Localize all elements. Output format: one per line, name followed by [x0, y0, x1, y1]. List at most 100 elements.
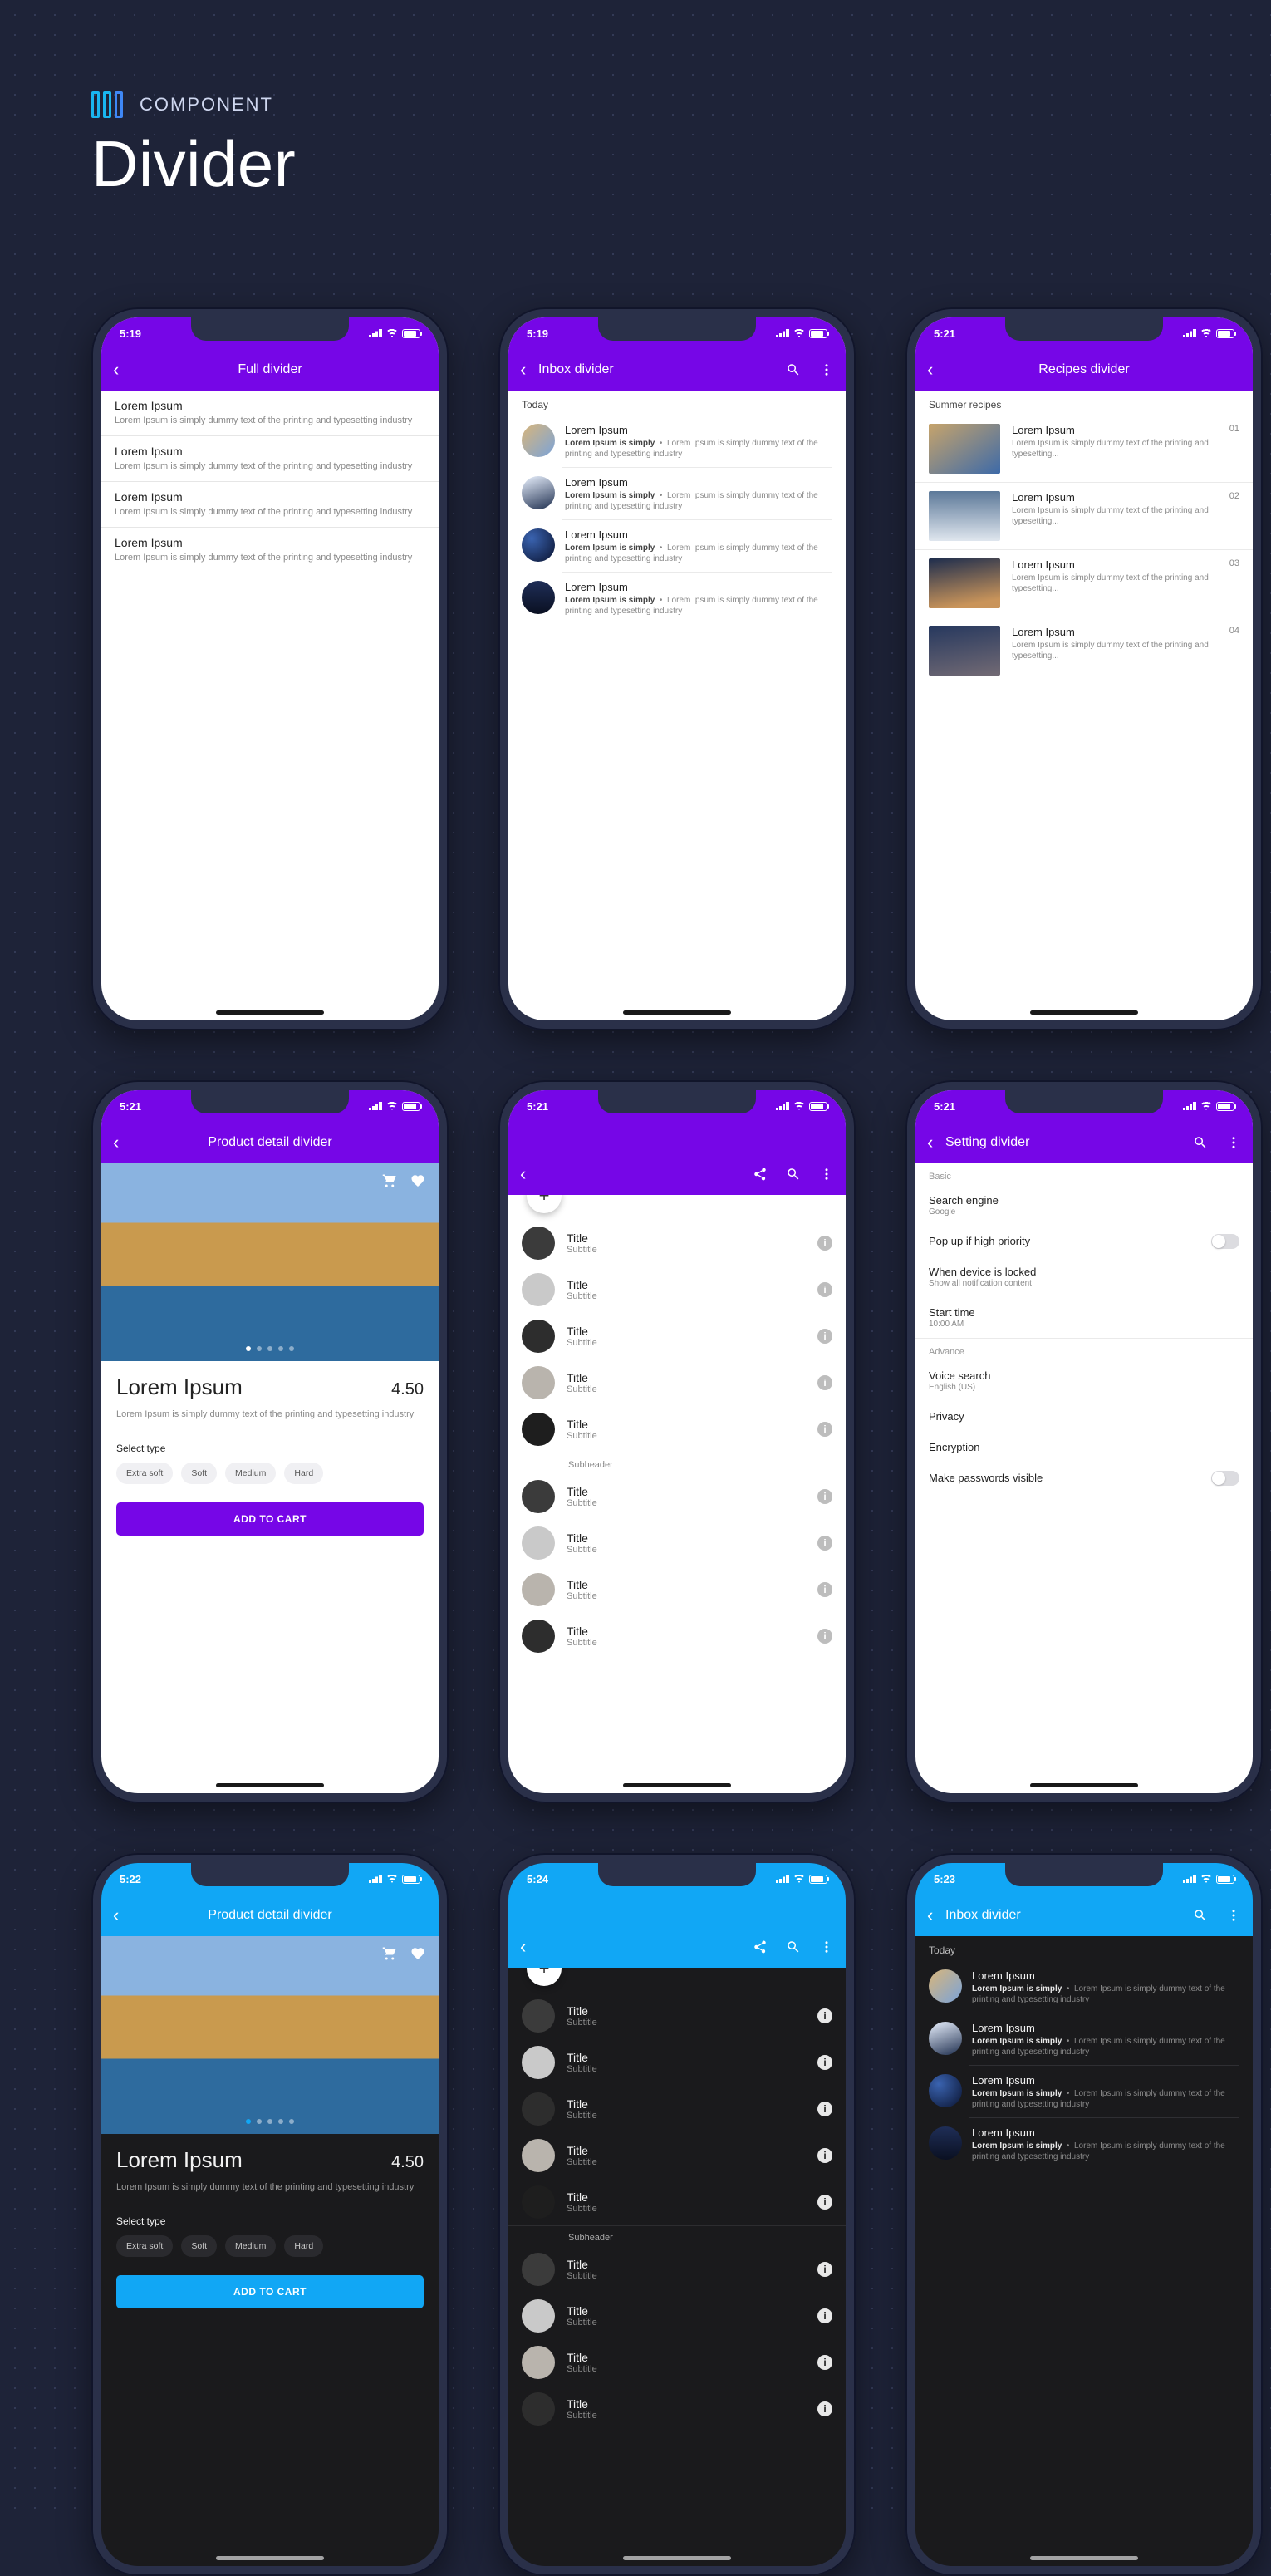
chip-extra-soft[interactable]: Extra soft — [116, 2235, 173, 2257]
inbox-row[interactable]: Lorem IpsumLorem Ipsum is simply • Lorem… — [508, 415, 846, 468]
chip-soft[interactable]: Soft — [181, 2235, 217, 2257]
more-icon[interactable] — [1226, 1135, 1241, 1150]
chip-hard[interactable]: Hard — [284, 1463, 323, 1484]
list-item[interactable]: Lorem IpsumLorem Ipsum is simply dummy t… — [101, 482, 439, 528]
back-icon[interactable]: ‹ — [520, 359, 526, 381]
info-icon[interactable]: i — [817, 2355, 832, 2370]
setting-voice-search[interactable]: Voice searchEnglish (US) — [915, 1360, 1253, 1401]
info-icon[interactable]: i — [817, 1375, 832, 1390]
search-icon[interactable] — [786, 362, 801, 377]
list-item[interactable]: Lorem IpsumLorem Ipsum is simply dummy t… — [101, 391, 439, 436]
inbox-row[interactable]: Lorem IpsumLorem Ipsum is simply • Lorem… — [508, 573, 846, 625]
back-icon[interactable]: ‹ — [927, 1905, 933, 1926]
cart-icon[interactable] — [382, 1173, 397, 1188]
heart-icon[interactable] — [410, 1946, 425, 1961]
list-item[interactable]: TitleSubtitlei — [508, 1266, 846, 1313]
list-item[interactable]: TitleSubtitlei — [508, 2179, 846, 2225]
info-icon[interactable]: i — [817, 1422, 832, 1437]
share-icon[interactable] — [753, 1167, 768, 1182]
back-icon[interactable]: ‹ — [113, 1905, 119, 1926]
info-icon[interactable]: i — [817, 1329, 832, 1344]
chip-extra-soft[interactable]: Extra soft — [116, 1463, 173, 1484]
carousel-dots[interactable] — [246, 1346, 294, 1351]
cart-icon[interactable] — [382, 1946, 397, 1961]
setting-popup[interactable]: Pop up if high priority — [915, 1226, 1253, 1256]
setting-privacy[interactable]: Privacy — [915, 1401, 1253, 1432]
inbox-row[interactable]: Lorem IpsumLorem Ipsum is simply • Lorem… — [508, 520, 846, 573]
setting-start-time[interactable]: Start time10:00 AM — [915, 1297, 1253, 1339]
chip-medium[interactable]: Medium — [225, 2235, 276, 2257]
list-item[interactable]: TitleSubtitlei — [508, 1313, 846, 1359]
info-icon[interactable]: i — [817, 2195, 832, 2210]
list-item[interactable]: TitleSubtitlei — [508, 2132, 846, 2179]
info-icon[interactable]: i — [817, 2008, 832, 2023]
info-icon[interactable]: i — [817, 2055, 832, 2070]
info-icon[interactable]: i — [817, 2308, 832, 2323]
add-to-cart-button[interactable]: ADD TO CART — [116, 1502, 424, 1536]
setting-passwords[interactable]: Make passwords visible — [915, 1463, 1253, 1493]
back-icon[interactable]: ‹ — [520, 1936, 526, 1958]
toggle[interactable] — [1211, 1234, 1239, 1249]
inbox-row[interactable]: Lorem IpsumLorem Ipsum is simply • Lorem… — [915, 2013, 1253, 2066]
more-icon[interactable] — [1226, 1908, 1241, 1923]
list-item[interactable]: TitleSubtitlei — [508, 2086, 846, 2132]
chip-medium[interactable]: Medium — [225, 1463, 276, 1484]
list-item[interactable]: Lorem IpsumLorem Ipsum is simply dummy t… — [101, 436, 439, 482]
list-item[interactable]: TitleSubtitlei — [508, 2293, 846, 2339]
more-icon[interactable] — [819, 1167, 834, 1182]
recipe-row[interactable]: Lorem IpsumLorem Ipsum is simply dummy t… — [915, 617, 1253, 684]
info-icon[interactable]: i — [817, 1582, 832, 1597]
back-icon[interactable]: ‹ — [927, 359, 933, 381]
toggle[interactable] — [1211, 1471, 1239, 1486]
chip-hard[interactable]: Hard — [284, 2235, 323, 2257]
info-icon[interactable]: i — [817, 2148, 832, 2163]
list-item[interactable]: TitleSubtitlei — [508, 1613, 846, 1659]
setting-encryption[interactable]: Encryption — [915, 1432, 1253, 1463]
info-icon[interactable]: i — [817, 1282, 832, 1297]
carousel-dots[interactable] — [246, 2119, 294, 2124]
list-item[interactable]: TitleSubtitlei — [508, 1520, 846, 1566]
list-item[interactable]: TitleSubtitlei — [508, 1220, 846, 1266]
search-icon[interactable] — [1193, 1908, 1208, 1923]
inbox-row[interactable]: Lorem IpsumLorem Ipsum is simply • Lorem… — [508, 468, 846, 520]
info-icon[interactable]: i — [817, 1489, 832, 1504]
setting-locked[interactable]: When device is lockedShow all notificati… — [915, 1256, 1253, 1297]
back-icon[interactable]: ‹ — [927, 1132, 933, 1153]
recipe-row[interactable]: Lorem IpsumLorem Ipsum is simply dummy t… — [915, 550, 1253, 617]
back-icon[interactable]: ‹ — [520, 1163, 526, 1185]
more-icon[interactable] — [819, 1939, 834, 1954]
inbox-row[interactable]: Lorem IpsumLorem Ipsum is simply • Lorem… — [915, 2066, 1253, 2118]
info-icon[interactable]: i — [817, 2102, 832, 2116]
list-item[interactable]: TitleSubtitlei — [508, 2339, 846, 2386]
info-icon[interactable]: i — [817, 2401, 832, 2416]
recipe-row[interactable]: Lorem IpsumLorem Ipsum is simply dummy t… — [915, 415, 1253, 483]
info-icon[interactable]: i — [817, 1536, 832, 1551]
list-item[interactable]: TitleSubtitlei — [508, 1993, 846, 2039]
back-icon[interactable]: ‹ — [113, 1132, 119, 1153]
info-icon[interactable]: i — [817, 1236, 832, 1251]
list-item[interactable]: TitleSubtitlei — [508, 2246, 846, 2293]
setting-search-engine[interactable]: Search engineGoogle — [915, 1185, 1253, 1226]
add-to-cart-button[interactable]: ADD TO CART — [116, 2275, 424, 2308]
recipe-row[interactable]: Lorem IpsumLorem Ipsum is simply dummy t… — [915, 483, 1253, 550]
list-item[interactable]: TitleSubtitlei — [508, 1406, 846, 1453]
back-icon[interactable]: ‹ — [113, 359, 119, 381]
list-item[interactable]: Lorem IpsumLorem Ipsum is simply dummy t… — [101, 528, 439, 573]
chip-soft[interactable]: Soft — [181, 1463, 217, 1484]
info-icon[interactable]: i — [817, 2262, 832, 2277]
inbox-row[interactable]: Lorem IpsumLorem Ipsum is simply • Lorem… — [915, 1961, 1253, 2013]
share-icon[interactable] — [753, 1939, 768, 1954]
product-hero[interactable] — [101, 1163, 439, 1361]
list-item[interactable]: TitleSubtitlei — [508, 2039, 846, 2086]
info-icon[interactable]: i — [817, 1629, 832, 1644]
heart-icon[interactable] — [410, 1173, 425, 1188]
list-item[interactable]: TitleSubtitlei — [508, 1473, 846, 1520]
list-item[interactable]: TitleSubtitlei — [508, 1566, 846, 1613]
search-icon[interactable] — [786, 1167, 801, 1182]
more-icon[interactable] — [819, 362, 834, 377]
search-icon[interactable] — [786, 1939, 801, 1954]
search-icon[interactable] — [1193, 1135, 1208, 1150]
product-hero[interactable] — [101, 1936, 439, 2134]
list-item[interactable]: TitleSubtitlei — [508, 2386, 846, 2432]
inbox-row[interactable]: Lorem IpsumLorem Ipsum is simply • Lorem… — [915, 2118, 1253, 2170]
